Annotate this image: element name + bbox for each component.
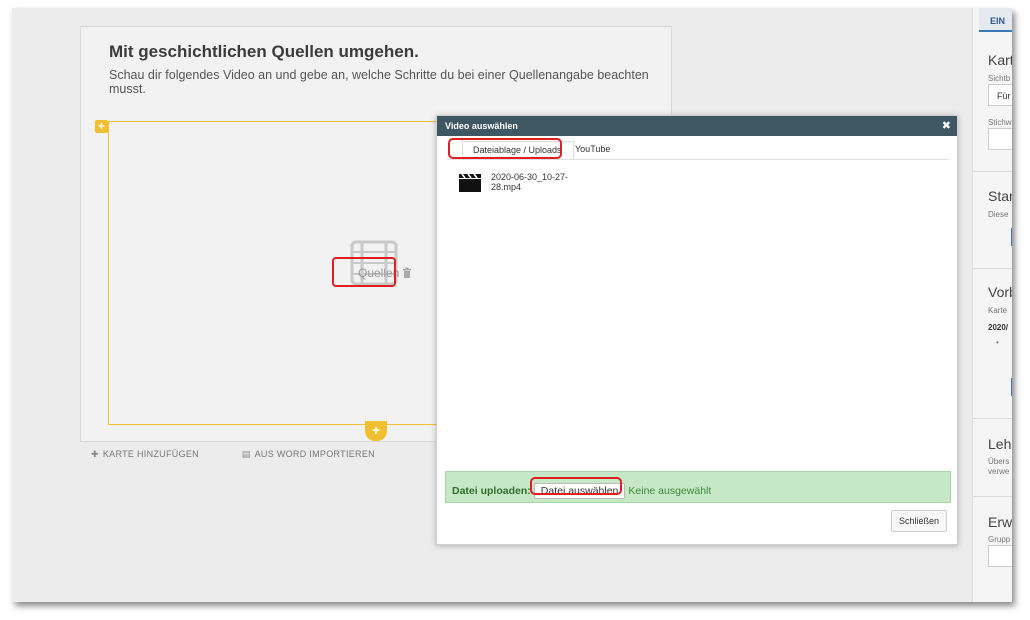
page-description: Schau dir folgendes Video an und gebe an… — [109, 68, 649, 96]
page-title: Mit geschichtlichen Quellen umgehen. — [109, 42, 419, 61]
panel-tab[interactable]: EIN — [979, 8, 1012, 32]
highlight-uploads-tab — [448, 138, 562, 159]
add-element-bottom-button[interactable]: + — [365, 421, 387, 441]
panel-section-sub: Diese — [988, 210, 1009, 219]
panel-section-heading: Lehr — [988, 436, 1012, 452]
keywords-input[interactable] — [988, 128, 1012, 150]
panel-section-heading: Kart — [988, 52, 1012, 68]
add-card-button[interactable]: ✚ KARTE HINZUFÜGEN — [91, 449, 219, 460]
panel-section-heading: Star — [988, 188, 1012, 204]
visibility-select[interactable]: Für — [988, 84, 1012, 106]
plus-icon: ✚ — [91, 449, 99, 459]
no-file-selected: Keine ausgewählt — [628, 485, 712, 497]
panel-section-sub: Karte — [988, 306, 1008, 315]
screenshot-frame: Mit geschichtlichen Quellen umgehen. Sch… — [12, 8, 1012, 602]
panel-section-sub: Grupp — [988, 535, 1011, 544]
panel-button[interactable] — [1011, 228, 1012, 246]
tab-youtube[interactable]: YouTube — [575, 144, 610, 154]
right-settings-panel: EIN Kart Sichtb Für Stichw Star Diese Vo… — [972, 8, 1012, 602]
upload-label: Datei uploaden: — [452, 485, 531, 497]
document-icon: ▤ — [241, 449, 251, 459]
add-element-top-button[interactable]: + — [95, 120, 108, 133]
file-name: 2020-06-30_10-27-28.mp4 — [491, 172, 569, 192]
panel-bullet: • — [996, 338, 999, 347]
highlight-video-element — [332, 257, 396, 287]
highlight-choose-file — [530, 477, 622, 495]
panel-section-heading: Erwe — [988, 514, 1012, 530]
panel-section-sub: Übers — [988, 457, 1010, 466]
editor-footer-actions: ✚ KARTE HINZUFÜGEN ▤ AUS WORD IMPORTIEREN — [91, 449, 415, 460]
panel-section-sub: verwe — [988, 467, 1010, 476]
dialog-title: Video auswählen — [445, 121, 518, 131]
close-button[interactable]: Schließen — [891, 510, 947, 532]
panel-section-sub: Stichw — [988, 118, 1012, 127]
panel-button[interactable] — [1011, 378, 1012, 396]
video-select-dialog: Video auswählen ✖ Dateiablage / Uploads … — [436, 115, 958, 545]
import-word-label: AUS WORD IMPORTIEREN — [254, 449, 375, 459]
panel-section-sub: Sichtb — [988, 74, 1011, 83]
dialog-title-bar: Video auswählen ✖ — [437, 116, 957, 136]
add-card-label: KARTE HINZUFÜGEN — [102, 449, 199, 459]
close-icon[interactable]: ✖ — [942, 119, 951, 132]
panel-section-heading: Vorb — [988, 284, 1012, 300]
trash-icon[interactable] — [402, 267, 412, 278]
import-word-button[interactable]: ▤ AUS WORD IMPORTIEREN — [242, 449, 395, 460]
upload-bar: Datei uploaden: Datei auswählen Keine ausg… — [445, 471, 951, 503]
group-select[interactable] — [988, 545, 1012, 567]
panel-section-value: 2020/ — [988, 323, 1009, 332]
clapperboard-icon — [459, 173, 481, 192]
